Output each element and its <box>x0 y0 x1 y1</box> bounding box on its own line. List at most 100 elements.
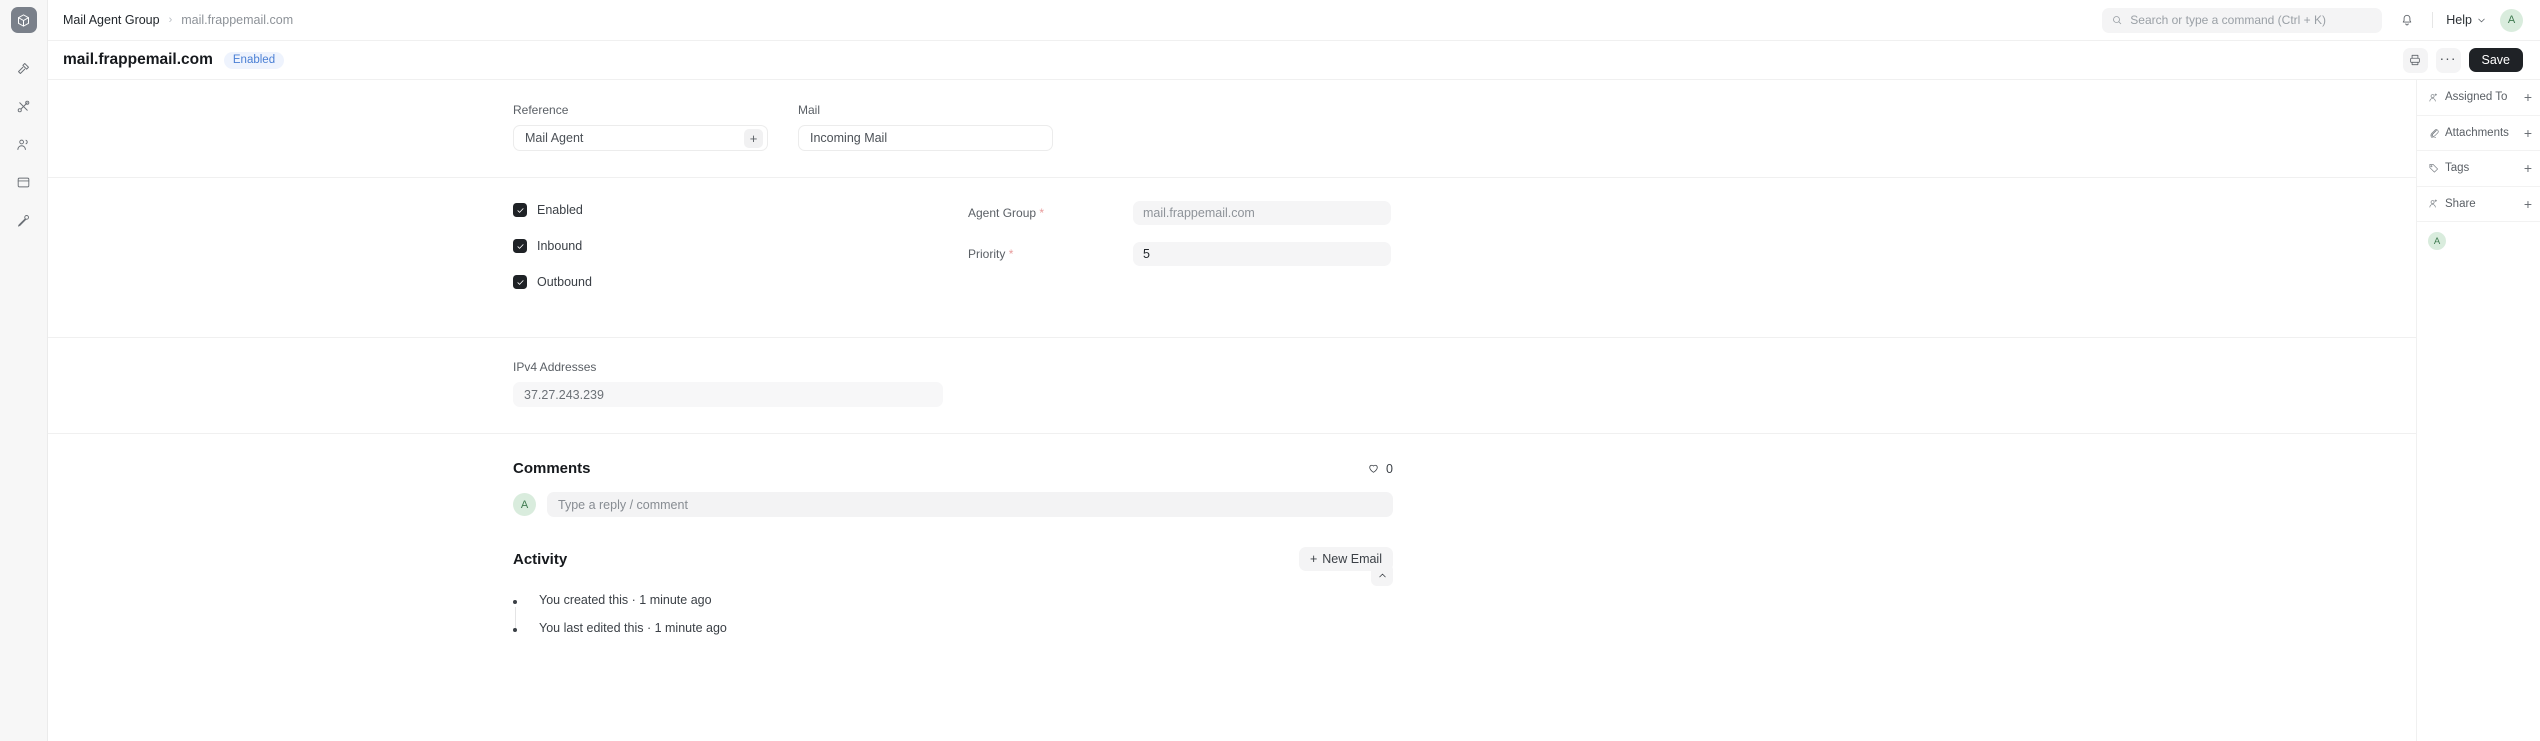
reference-input[interactable]: Mail Agent + <box>513 125 768 151</box>
search-placeholder: Search or type a command (Ctrl + K) <box>2130 13 2327 27</box>
like-count: 0 <box>1386 461 1393 476</box>
reference-value: Mail Agent <box>525 131 584 145</box>
activity-header: Activity + New Email <box>513 547 1393 571</box>
sidebar-row-share[interactable]: Share + <box>2417 187 2540 222</box>
plus-icon[interactable]: + <box>2524 197 2532 211</box>
divider <box>2432 12 2434 28</box>
settings-section: Enabled Inbound Outbound Agent Group * m… <box>48 178 2416 338</box>
plus-icon[interactable]: + <box>744 128 763 148</box>
checkbox-group: Enabled Inbound Outbound <box>513 201 968 311</box>
plus-icon[interactable]: + <box>2524 90 2532 104</box>
sidebar-row-label: Attachments <box>2445 126 2509 139</box>
plus-icon[interactable]: + <box>2524 126 2532 140</box>
check-icon <box>513 239 527 253</box>
mail-value: Incoming Mail <box>810 131 888 145</box>
more-options-label: ··· <box>2439 50 2457 66</box>
priority-row: Priority * 5 <box>968 242 1391 266</box>
search-input[interactable]: Search or type a command (Ctrl + K) <box>2102 7 2383 33</box>
timeline-dot <box>513 600 517 604</box>
plus-icon[interactable]: + <box>2524 161 2532 175</box>
priority-input[interactable]: 5 <box>1133 242 1391 266</box>
comment-input[interactable]: Type a reply / comment <box>547 492 1393 517</box>
save-button[interactable]: Save <box>2468 48 2523 72</box>
comments-activity-area: Comments 0 A Type a reply / comment Acti… <box>513 434 1393 649</box>
checkbox-label: Enabled <box>537 203 583 217</box>
timeline-item: You created this · 1 minute ago <box>513 593 1393 631</box>
search-icon <box>2113 16 2122 25</box>
sidebar-row-attachments[interactable]: Attachments + <box>2417 116 2540 151</box>
checkbox-label: Inbound <box>537 239 583 253</box>
mail-input[interactable]: Incoming Mail <box>798 125 1053 151</box>
sidebar-row-label: Assigned To <box>2445 91 2508 104</box>
like-button[interactable]: 0 <box>1367 462 1393 476</box>
agent-group-input[interactable]: mail.frappemail.com <box>1133 201 1391 225</box>
checkbox-enabled[interactable]: Enabled <box>513 203 968 217</box>
timeline-text: You last edited this · 1 minute ago <box>539 621 727 635</box>
comment-avatar: A <box>513 493 536 516</box>
user-share-icon <box>2429 199 2438 208</box>
check-icon <box>513 203 527 217</box>
user-avatar[interactable]: A <box>2500 8 2523 32</box>
cube-logo-icon[interactable] <box>10 7 37 33</box>
sidebar-row-assigned-to[interactable]: Assigned To + <box>2417 80 2540 116</box>
breadcrumb: Mail Agent Group › mail.frappemail.com <box>63 13 293 27</box>
checkbox-inbound[interactable]: Inbound <box>513 239 968 253</box>
required-marker: * <box>1039 206 1045 220</box>
title-bar: mail.frappemail.com Enabled ··· Save <box>48 41 2540 80</box>
comments-heading: Comments <box>513 460 591 477</box>
shared-members: A <box>2417 222 2540 260</box>
checkbox-label: Outbound <box>537 275 592 289</box>
collapse-button[interactable] <box>1371 564 1393 586</box>
reference-field-group: Reference Mail Agent + <box>513 103 768 151</box>
left-rail <box>0 0 48 741</box>
mail-field-group: Mail Incoming Mail <box>798 103 1053 151</box>
more-options-button[interactable]: ··· <box>2435 47 2461 73</box>
sidebar-row-tags[interactable]: Tags + <box>2417 151 2540 187</box>
timeline-text: You created this · 1 minute ago <box>539 593 712 607</box>
top-bar: Mail Agent Group › mail.frappemail.com S… <box>48 0 2540 41</box>
printer-icon <box>2410 54 2420 66</box>
title-bar-actions: ··· Save <box>2402 47 2523 73</box>
main-body: Mail Agent Group › mail.frappemail.com S… <box>48 0 2540 741</box>
chevron-up-icon <box>1378 573 1386 577</box>
agent-group-label-text: Agent Group <box>968 206 1037 220</box>
bell-icon[interactable] <box>2395 8 2419 32</box>
chevron-down-icon <box>2478 18 2485 22</box>
reply-row: A Type a reply / comment <box>513 492 1393 517</box>
priority-label-text: Priority <box>968 247 1006 261</box>
activity-heading: Activity <box>513 550 568 568</box>
help-menu[interactable]: Help <box>2446 13 2487 27</box>
tag-icon <box>2429 163 2438 173</box>
breadcrumb-parent[interactable]: Mail Agent Group <box>63 13 160 27</box>
form-main: Reference Mail Agent + Mail Incoming Mai… <box>48 80 2417 741</box>
help-label: Help <box>2446 13 2472 27</box>
ipv4-section: IPv4 Addresses 37.27.243.239 <box>48 338 2416 434</box>
breadcrumb-separator: › <box>168 14 173 26</box>
ipv4-label: IPv4 Addresses <box>513 360 597 374</box>
hammer-icon[interactable] <box>9 53 39 83</box>
required-marker: * <box>1008 247 1014 261</box>
paperclip-icon <box>2430 129 2439 139</box>
sidebar-row-label: Tags <box>2445 162 2470 175</box>
scissors-icon[interactable] <box>9 91 39 121</box>
users-icon[interactable] <box>9 129 39 159</box>
reference-label: Reference <box>513 103 569 117</box>
plus-icon: + <box>1309 552 1318 566</box>
breadcrumb-current[interactable]: mail.frappemail.com <box>181 13 293 27</box>
timeline-item: You last edited this · 1 minute ago <box>513 621 1393 649</box>
user-plus-icon <box>2429 93 2438 102</box>
field-group: Agent Group * mail.frappemail.com Priori… <box>968 201 1391 311</box>
activity-timeline: You created this · 1 minute ago You last… <box>513 593 1393 649</box>
window-icon[interactable] <box>9 167 39 197</box>
sidebar-row-label: Share <box>2445 197 2476 210</box>
mail-label: Mail <box>798 103 821 117</box>
print-button[interactable] <box>2402 47 2428 73</box>
priority-label: Priority * <box>968 247 1133 261</box>
app-window: Mail Agent Group › mail.frappemail.com S… <box>0 0 2540 741</box>
checkbox-outbound[interactable]: Outbound <box>513 275 968 289</box>
ipv4-input[interactable]: 37.27.243.239 <box>513 382 943 407</box>
heart-icon <box>1369 464 1378 473</box>
status-badge: Enabled <box>223 51 285 69</box>
member-avatar[interactable]: A <box>2428 232 2446 250</box>
key-icon[interactable] <box>9 205 39 235</box>
